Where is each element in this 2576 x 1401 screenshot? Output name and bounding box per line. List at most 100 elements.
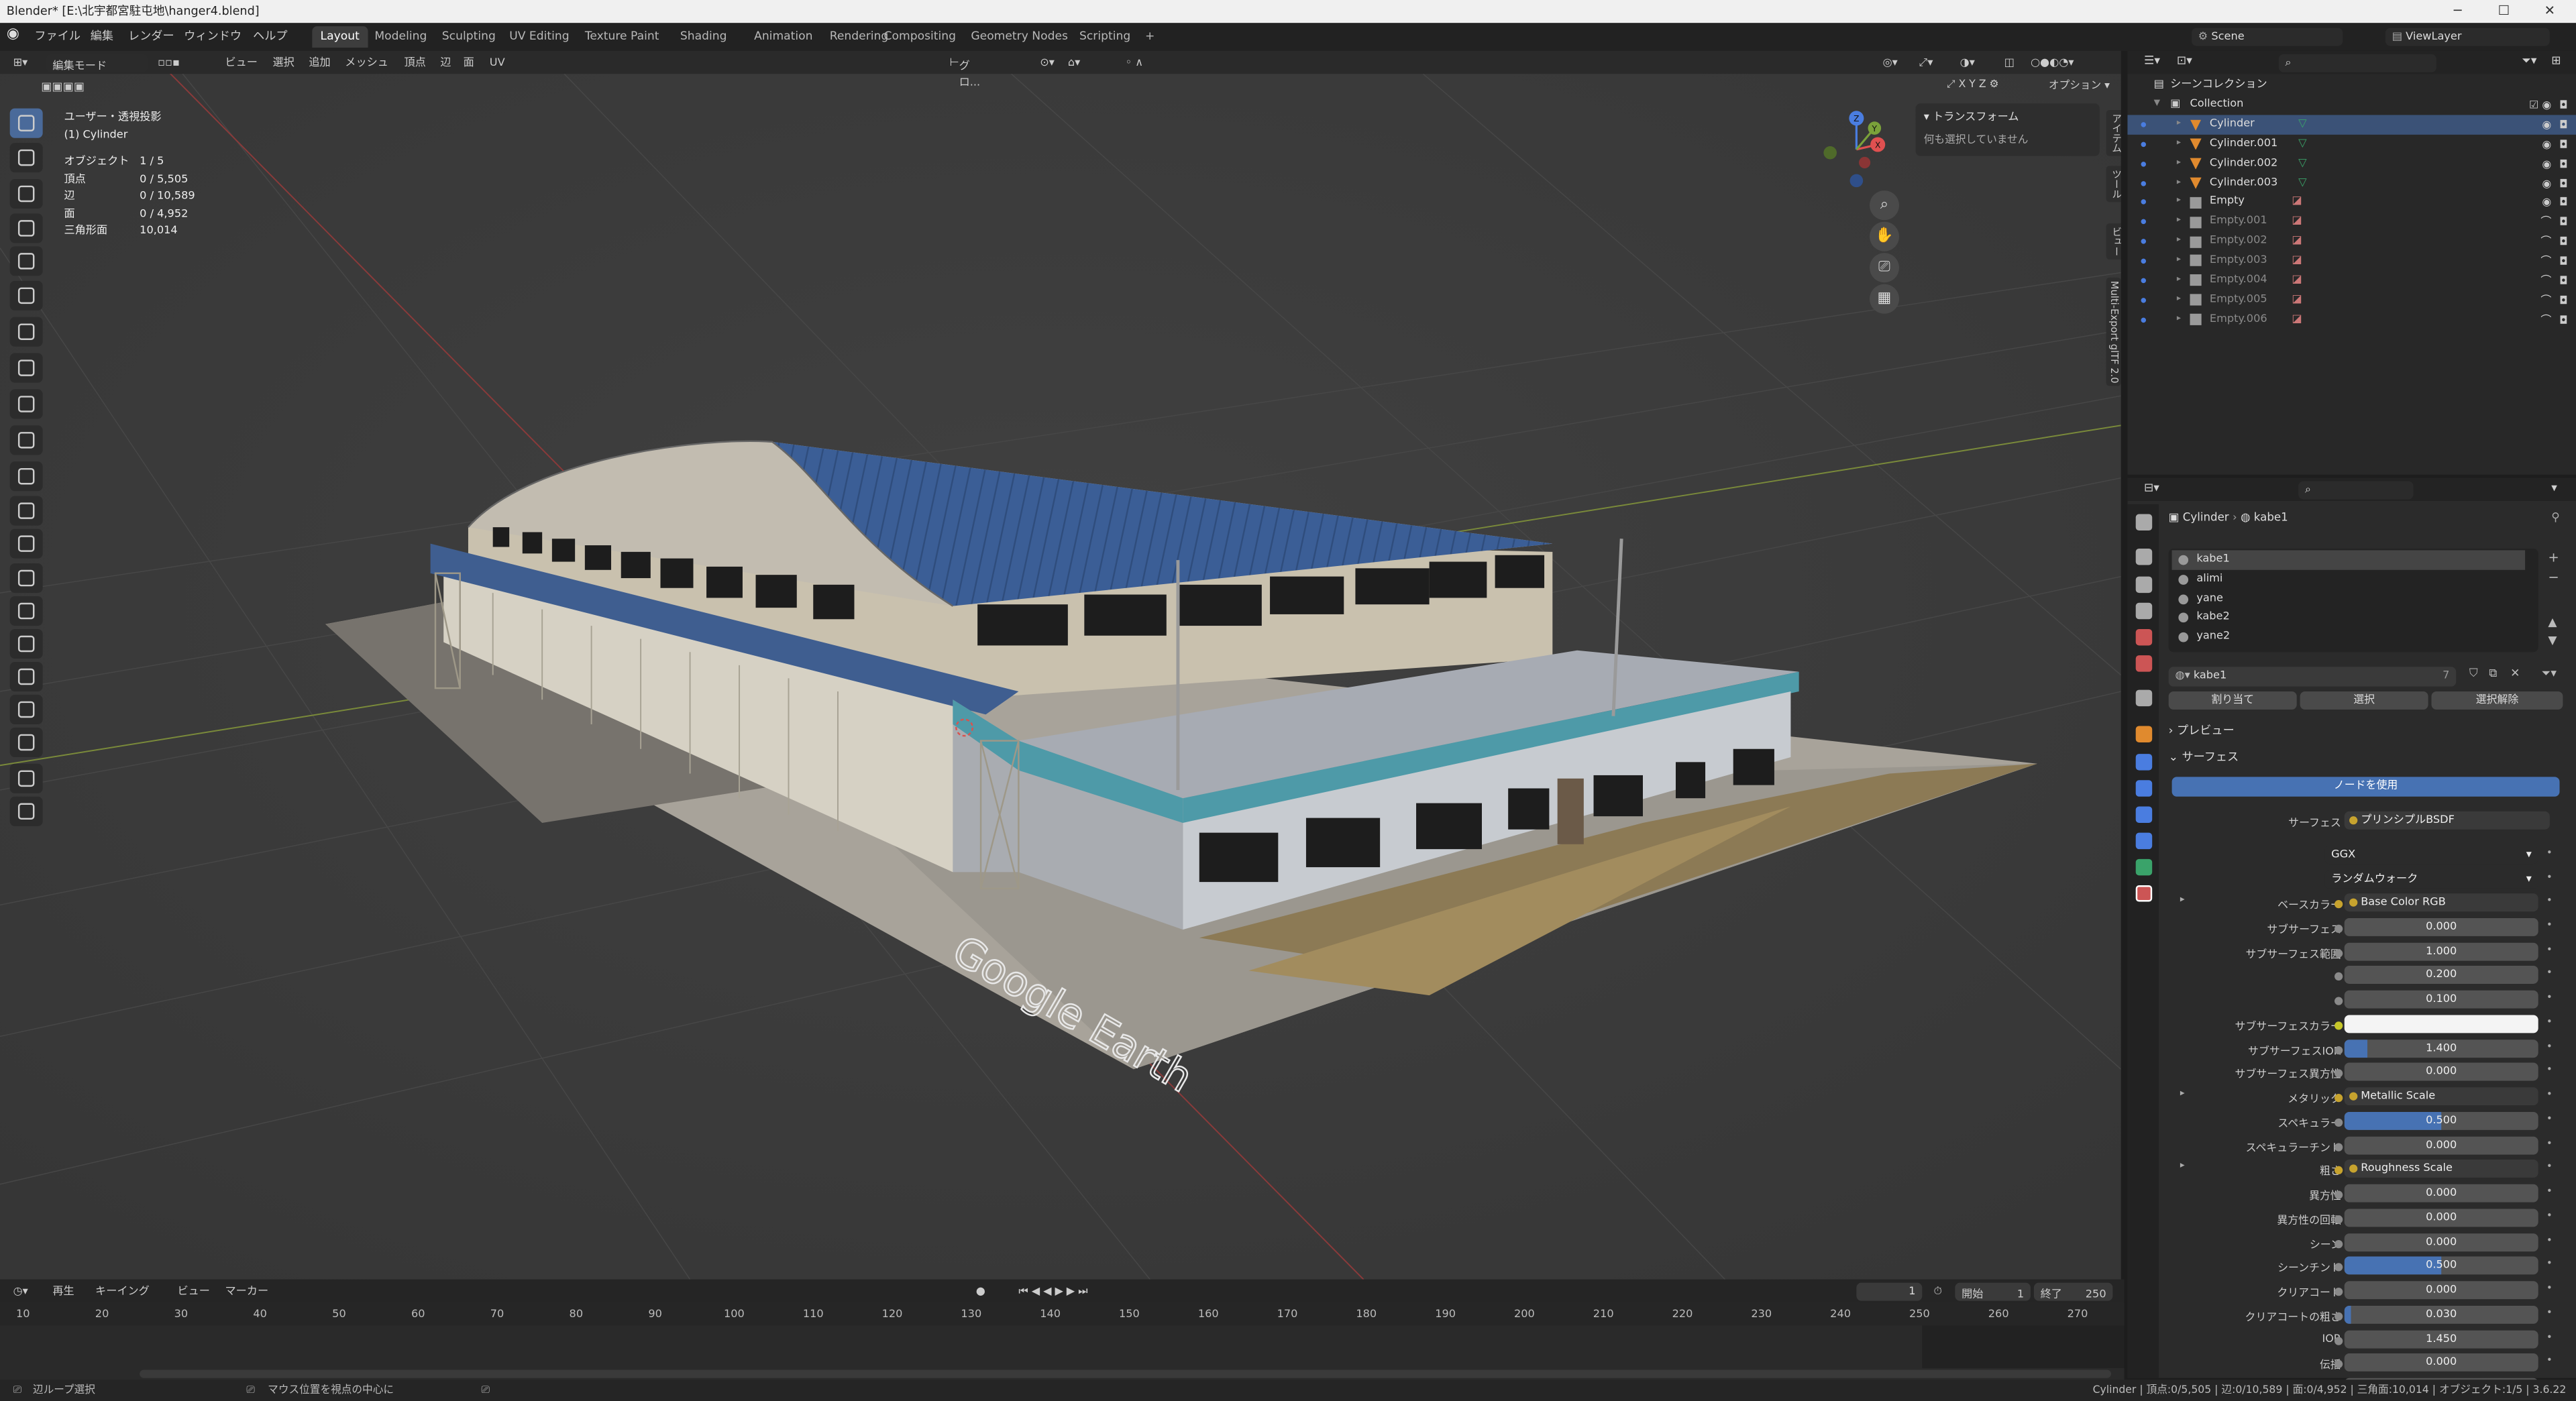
keyframe-dot-icon[interactable]: •	[2546, 919, 2553, 931]
outliner-collection[interactable]: ▼ ▣ Collection ☑ ◉ ◘	[2127, 95, 2576, 115]
expand-triangle-icon[interactable]: ▸	[2180, 1162, 2185, 1172]
proportional-icon[interactable]: ◦ ∧	[1126, 54, 1143, 70]
grid-view-icon[interactable]: ▦	[1869, 284, 1900, 314]
keyframe-dot-icon[interactable]: •	[2546, 1307, 2553, 1319]
deselect-button[interactable]: 選択解除	[2431, 691, 2563, 710]
viewport-menu-4[interactable]: 頂点	[404, 54, 425, 70]
timeline-menu-2[interactable]: ビュー	[177, 1283, 209, 1299]
outliner-item-cylinder-001[interactable]: ● ▸ Cylinder.001 ▽ ◉ ◘	[2127, 134, 2576, 154]
number-slider[interactable]: 0.000	[2344, 1208, 2538, 1227]
viewport-menu-6[interactable]: 面	[464, 54, 474, 70]
visibility-eye-icon[interactable]: ⌒	[2540, 311, 2551, 331]
render-camera-icon[interactable]: ◘	[2559, 253, 2568, 272]
empty-data-icon[interactable]: ◪	[2292, 251, 2302, 271]
use-nodes-button[interactable]: ノードを使用	[2171, 777, 2560, 797]
render-camera-icon[interactable]: ◘	[2559, 233, 2568, 253]
number-slider[interactable]: 0.000	[2344, 1353, 2538, 1372]
object-tab-icon[interactable]	[2135, 726, 2153, 742]
keyframe-dot-icon[interactable]: •	[2546, 1283, 2553, 1294]
number-slider[interactable]: 0.030	[2344, 1305, 2538, 1324]
material-name-field[interactable]: ◍▾ kabe1 7	[2168, 667, 2457, 687]
keyframe-dot-icon[interactable]: •	[2546, 872, 2553, 883]
socket-dot-icon[interactable]	[2334, 1069, 2343, 1078]
outliner-item-empty-006[interactable]: ● ▸ Empty.006 ◪ ⌒ ◘	[2127, 310, 2576, 329]
number-slider[interactable]: 0.000	[2344, 1135, 2538, 1154]
pan-hand-icon[interactable]: ✋	[1869, 221, 1900, 251]
node-link-field[interactable]: Metallic Scale	[2344, 1087, 2538, 1106]
socket-dot-icon[interactable]	[2334, 924, 2343, 933]
timeline-menu-3[interactable]: マーカー	[225, 1283, 269, 1299]
selection-mode-row[interactable]: ▣▣▣▣	[41, 80, 85, 94]
output-tab-icon[interactable]	[2135, 576, 2153, 594]
snap-icon[interactable]: ⌂▾	[1068, 54, 1080, 70]
menu-1[interactable]: 編集	[91, 28, 113, 46]
expand-triangle-icon[interactable]: ▸	[2180, 895, 2185, 905]
options-dropdown[interactable]: オプション ▾	[2049, 77, 2110, 93]
socket-dot-icon[interactable]	[2334, 1336, 2343, 1345]
assign-button[interactable]: 割り当て	[2168, 691, 2297, 710]
particles-tab-icon[interactable]	[2135, 780, 2153, 797]
node-link-field[interactable]: Base Color RGB	[2344, 893, 2538, 912]
frame-ruler[interactable]	[0, 1302, 2125, 1326]
outliner-item-empty-005[interactable]: ● ▸ Empty.005 ◪ ⌒ ◘	[2127, 290, 2576, 310]
display-mode-icon[interactable]: ⊡▾	[2177, 54, 2192, 68]
socket-dot-icon[interactable]	[2334, 1094, 2343, 1103]
render-camera-icon[interactable]: ◘	[2559, 175, 2568, 194]
visibility-eye-icon[interactable]: ⌒	[2540, 214, 2551, 233]
workspace-tab-10[interactable]: Scripting	[1071, 26, 1139, 48]
tool-icon-15[interactable]	[9, 628, 43, 659]
keyframe-dot-icon[interactable]: •	[2546, 1113, 2553, 1125]
keyframe-dot-icon[interactable]: •	[2546, 1234, 2553, 1245]
maximize-button[interactable]: ☐	[2481, 0, 2527, 23]
keyframe-dot-icon[interactable]: •	[2546, 848, 2553, 859]
outliner-editor-icon[interactable]: ☰▾	[2144, 54, 2160, 68]
empty-data-icon[interactable]: ◪	[2292, 271, 2302, 290]
keyframe-dot-icon[interactable]: •	[2546, 1065, 2553, 1076]
keyframe-dot-icon[interactable]: •	[2546, 1016, 2553, 1027]
keyframe-dot-icon[interactable]: •	[2546, 1089, 2553, 1101]
number-slider[interactable]: 0.000	[2344, 917, 2538, 936]
viewport-menu-2[interactable]: 追加	[309, 54, 330, 70]
properties-editor-icon[interactable]: ⊟▾	[2144, 482, 2159, 495]
number-slider[interactable]: 0.100	[2344, 990, 2538, 1009]
workspace-tab-5[interactable]: Shading	[672, 26, 735, 48]
tool-icon-10[interactable]	[9, 461, 43, 492]
workspace-tab-9[interactable]: Geometry Nodes	[963, 26, 1076, 48]
editor-type-icon[interactable]: ⊞▾	[13, 54, 28, 70]
duplicate-material-icon[interactable]: ⧉	[2489, 667, 2497, 681]
scene-tab-icon[interactable]	[2135, 628, 2153, 646]
filter-icon[interactable]: ⏷▾	[2522, 54, 2536, 69]
empty-data-icon[interactable]: ◪	[2292, 290, 2302, 310]
mesh-data-icon[interactable]: ▽	[2298, 173, 2306, 192]
socket-dot-icon[interactable]	[2334, 900, 2343, 909]
pin-icon[interactable]: ⚲	[2551, 511, 2560, 524]
number-slider[interactable]: 0.000	[2344, 1063, 2538, 1082]
number-slider[interactable]: 0.500	[2344, 1257, 2538, 1276]
keyframe-dot-icon[interactable]: •	[2546, 1331, 2553, 1343]
keyframe-dot-icon[interactable]: •	[2546, 968, 2553, 979]
gizmo-toggle-icon[interactable]: ⤢▾	[1919, 54, 1933, 70]
keyframe-dot-icon[interactable]: •	[2546, 1137, 2553, 1149]
fake-user-icon[interactable]: ⛉	[2469, 667, 2478, 681]
visibility-eye-icon[interactable]: ◉	[2542, 194, 2551, 214]
socket-dot-icon[interactable]	[2334, 1021, 2343, 1029]
menu-0[interactable]: ファイル	[34, 28, 80, 46]
material-slot-kabe1[interactable]: kabe1	[2171, 550, 2526, 569]
tool-icon-1[interactable]	[9, 143, 43, 173]
keyframe-dot-icon[interactable]: •	[2546, 1186, 2553, 1197]
tool-icon-7[interactable]	[9, 353, 43, 383]
socket-dot-icon[interactable]	[2334, 1288, 2343, 1296]
outliner-search-input[interactable]: ⌕	[2278, 54, 2436, 72]
material-slot-kabe2[interactable]: kabe2	[2172, 608, 2526, 627]
tool-icon-6[interactable]	[9, 317, 43, 347]
number-slider[interactable]: 1.400	[2344, 1038, 2538, 1057]
socket-dot-icon[interactable]	[2334, 948, 2343, 957]
viewport-menu-1[interactable]: 選択	[273, 54, 294, 70]
keyframe-dot-icon[interactable]: •	[2546, 895, 2553, 907]
render-camera-icon[interactable]: ◘	[2559, 136, 2568, 156]
socket-dot-icon[interactable]	[2334, 1118, 2343, 1127]
number-slider[interactable]: 0.000	[2344, 1184, 2538, 1202]
render-camera-icon[interactable]: ◘	[2559, 194, 2568, 214]
socket-dot-icon[interactable]	[2334, 1045, 2343, 1054]
tool-icon-18[interactable]	[9, 727, 43, 757]
